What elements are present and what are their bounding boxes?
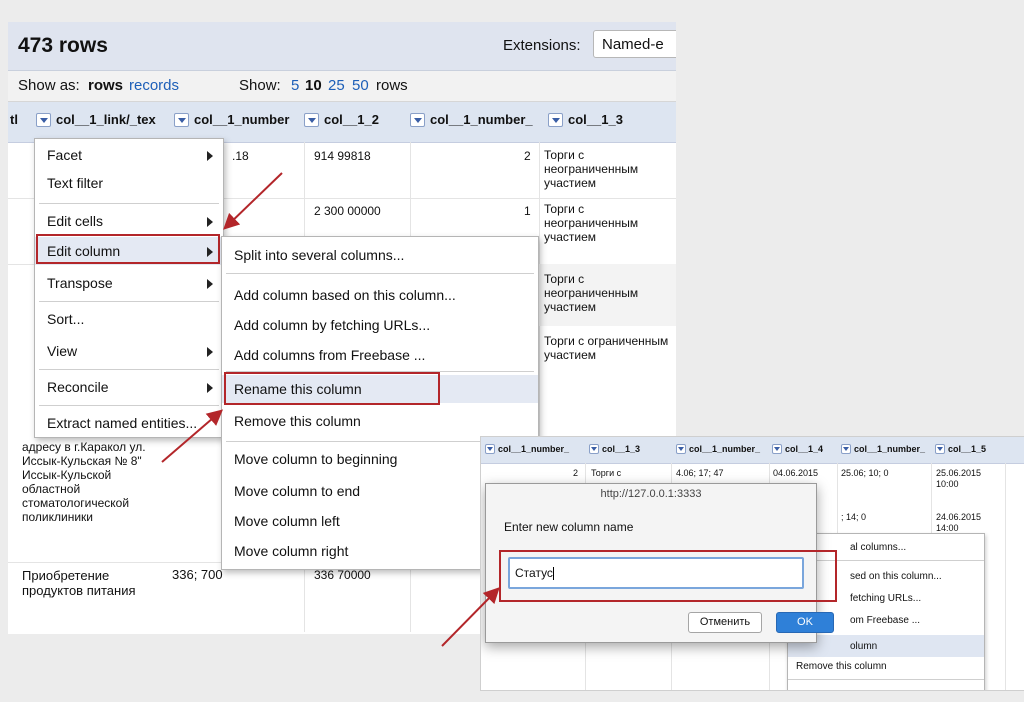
arrow-to-edit-column: [223, 172, 283, 230]
arrow-to-input: [441, 587, 500, 647]
annotation-arrows: [161, 172, 500, 647]
arrow-to-rename: [161, 409, 224, 463]
